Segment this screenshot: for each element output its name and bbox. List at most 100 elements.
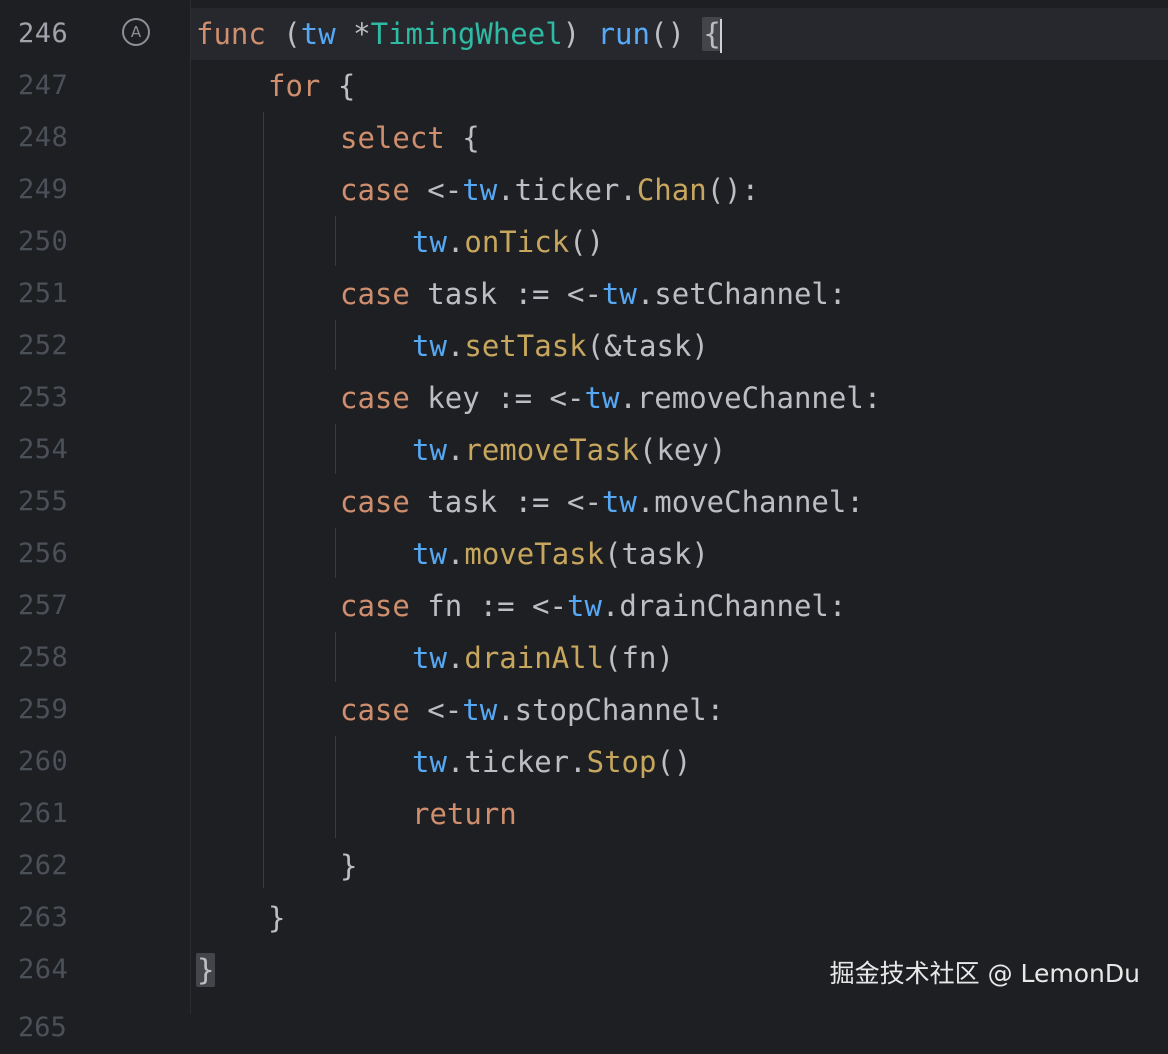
line-number: 254 [18,434,69,465]
code-token: ( [265,17,301,51]
code-token: (&task) [586,329,709,363]
code-line[interactable]: 263} [0,892,1168,944]
code-token: ) [562,17,598,51]
code-line[interactable]: 251 case task := <-tw.setChannel: [0,268,1168,320]
line-number: 249 [18,174,69,205]
code-text: func (tw *TimingWheel) run() { [196,8,722,60]
code-token: case [340,589,410,623]
code-token: Stop [586,745,657,779]
code-token: case [340,693,410,727]
code-line[interactable]: 252 tw.setTask(&task) [0,320,1168,372]
code-token: moveTask [464,537,605,571]
code-line[interactable]: 259 case <-tw.stopChannel: [0,684,1168,736]
code-token: return [412,797,517,831]
code-text: return [412,788,517,840]
line-number: 256 [18,538,69,569]
code-text: for { [268,60,355,112]
code-text: tw.removeTask(key) [412,424,726,476]
code-token: .ticker. [446,745,587,779]
code-token: tw [462,693,498,727]
code-token: .removeChannel: [619,381,882,415]
line-number-partial: 265 [18,1012,67,1043]
code-line[interactable]: 257 case fn := <-tw.drainChannel: [0,580,1168,632]
code-token: (): [706,173,760,207]
code-text: case <-tw.stopChannel: [340,684,724,736]
code-token: <- [409,693,463,727]
code-token: func [196,17,266,51]
code-line[interactable]: 254 tw.removeTask(key) [0,424,1168,476]
code-token: .setChannel: [636,277,847,311]
code-text: case task := <-tw.moveChannel: [340,476,864,528]
code-text: } [196,944,216,996]
code-token: task := <- [409,485,602,519]
code-token: key := <- [409,381,585,415]
code-token: tw [412,225,447,259]
code-token: setTask [464,329,587,363]
line-number: 251 [18,278,69,309]
line-number: 246 [18,18,69,49]
code-token: TimingWheel [370,17,563,51]
code-line[interactable]: 262} [0,840,1168,892]
line-number: 262 [18,850,69,881]
code-token: Chan [636,173,707,207]
code-token: (fn) [604,641,674,675]
code-text: select { [340,112,480,164]
code-line[interactable]: 249 case <-tw.ticker.Chan(): [0,164,1168,216]
code-token: () [569,225,605,259]
code-line[interactable]: 255 case task := <-tw.moveChannel: [0,476,1168,528]
line-number: 250 [18,226,69,257]
code-text: case <-tw.ticker.Chan(): [340,164,759,216]
code-token: tw [462,173,498,207]
code-token: drainAll [464,641,605,675]
code-token: run [597,17,650,51]
code-text: case key := <-tw.removeChannel: [340,372,881,424]
code-editor[interactable]: A 246 func (tw *TimingWheel) run() {247 fo… [0,0,1168,1043]
code-token: case [340,381,410,415]
code-token: tw [412,329,447,363]
line-number: 264 [18,954,69,985]
code-token: <- [409,173,463,207]
code-line[interactable]: 247 for { [0,60,1168,112]
code-token: case [340,485,410,519]
code-line[interactable]: 261 return [0,788,1168,840]
code-line[interactable]: 250 tw.onTick() [0,216,1168,268]
code-token: () [656,745,692,779]
code-line[interactable]: 256 tw.moveTask(task) [0,528,1168,580]
line-number: 255 [18,486,69,517]
code-token: { [320,69,356,103]
code-line[interactable]: 258 tw.drainAll(fn) [0,632,1168,684]
code-line[interactable]: 246 func (tw *TimingWheel) run() { [0,8,1168,60]
code-token: select [340,121,445,155]
code-token: case [340,173,410,207]
code-token: (key) [639,433,727,467]
code-token: tw [412,641,447,675]
code-token: tw [601,277,637,311]
code-token: tw [300,17,336,51]
line-number: 259 [18,694,69,725]
code-token: case [340,277,410,311]
line-number: 261 [18,798,69,829]
code-text: } [340,840,357,892]
code-token: fn := <- [409,589,567,623]
watermark: 掘金技术社区 @ LemonDu [829,959,1140,988]
code-token: . [446,537,465,571]
code-token: . [446,433,465,467]
code-line[interactable]: 248 select { [0,112,1168,164]
line-number: 252 [18,330,69,361]
code-text: case task := <-tw.setChannel: [340,268,846,320]
code-token: } [268,901,286,935]
code-token: task := <- [409,277,602,311]
code-token: { [444,121,480,155]
code-token: (task) [604,537,709,571]
code-line[interactable]: 260 tw.ticker.Stop() [0,736,1168,788]
code-token: . [446,225,465,259]
line-number: 257 [18,590,69,621]
line-number: 260 [18,746,69,777]
code-line[interactable]: 253 case key := <-tw.removeChannel: [0,372,1168,424]
code-token: tw [412,433,447,467]
code-token: for [268,69,321,103]
code-text: tw.onTick() [412,216,604,268]
code-text: } [268,892,285,944]
code-token: tw [566,589,602,623]
line-number: 253 [18,382,69,413]
